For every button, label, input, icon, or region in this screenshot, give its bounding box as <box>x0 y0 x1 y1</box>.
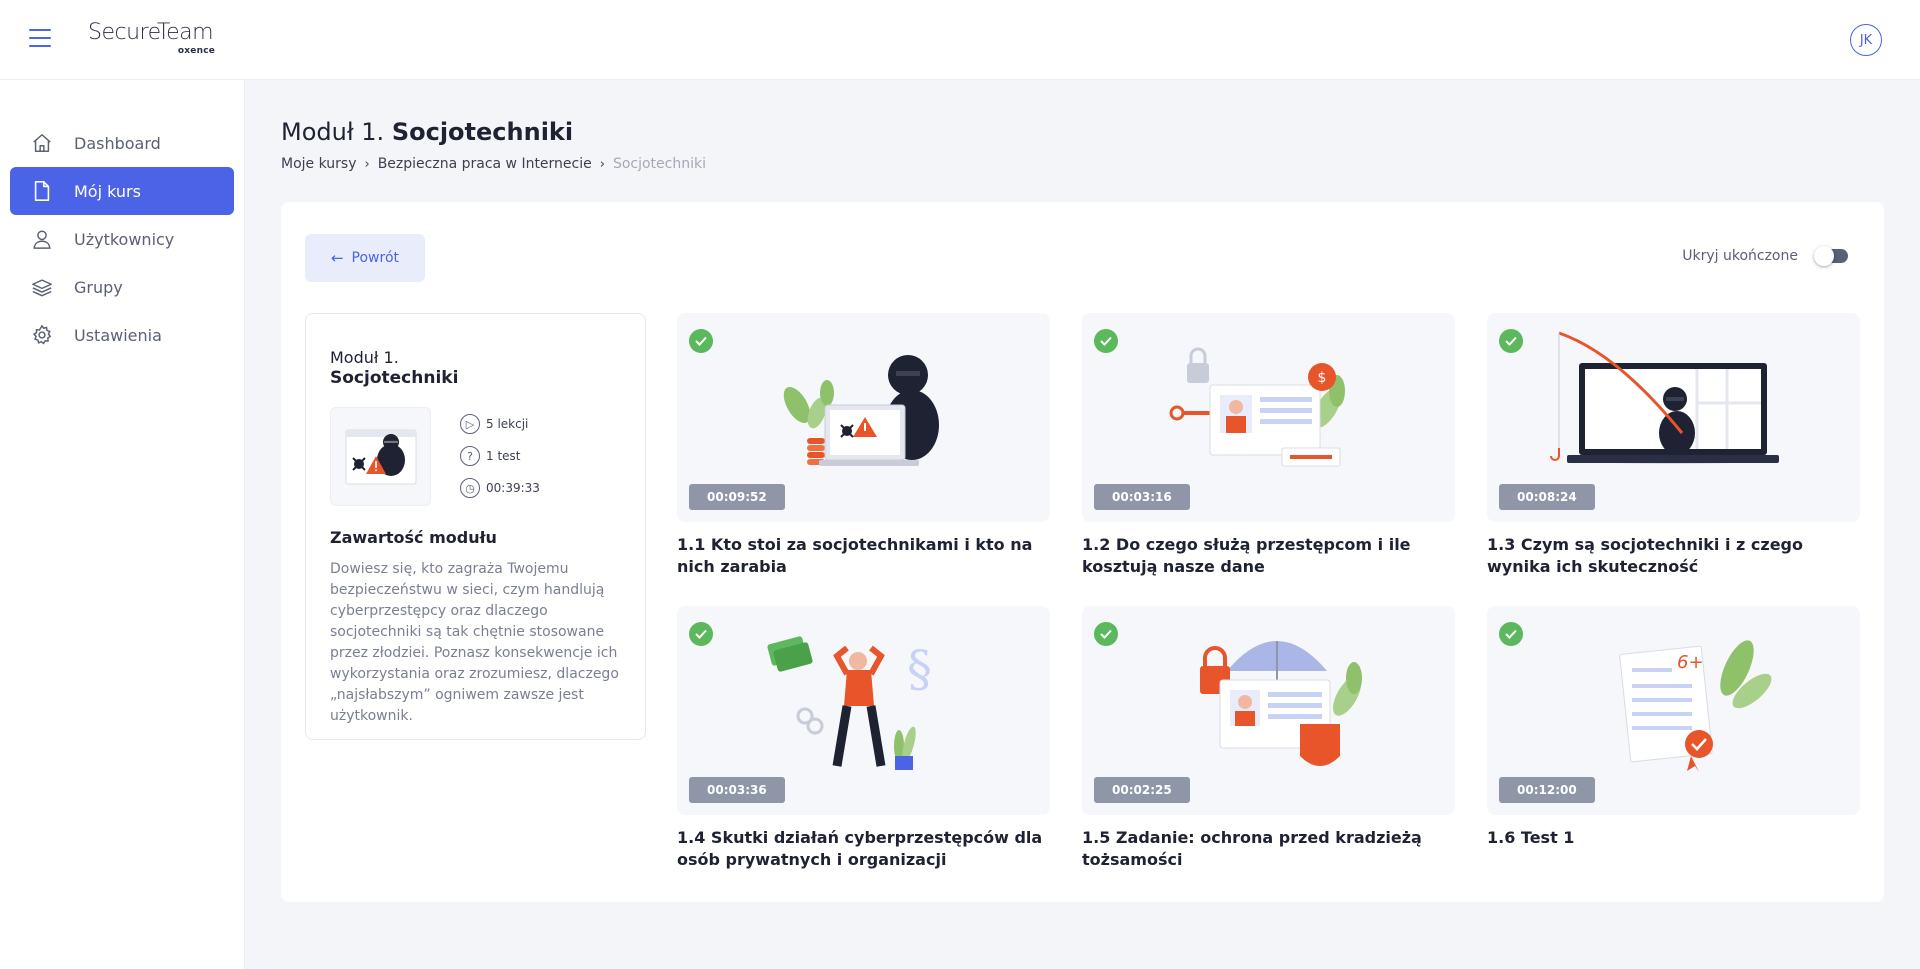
home-icon <box>30 131 54 155</box>
lesson-thumbnail[interactable]: 00:02:25 <box>1082 606 1455 815</box>
sidebar-item-label: Mój kurs <box>74 181 141 201</box>
lesson-card[interactable]: $ 00:03:16 1.2 Do czego służą przestępco… <box>1082 313 1455 578</box>
logo[interactable]: SecureTeam oxence <box>88 20 215 56</box>
lesson-duration: 00:09:52 <box>689 484 785 510</box>
page-title-name: Socjotechniki <box>391 118 574 146</box>
clock-icon: ◷ <box>460 478 480 498</box>
lesson-title[interactable]: 1.6 Test 1 <box>1487 827 1860 849</box>
completed-check-icon <box>689 622 713 646</box>
document-icon <box>30 179 54 203</box>
sidebar-item-settings[interactable]: Ustawienia <box>10 311 234 359</box>
back-button-label: Powrót <box>351 250 400 266</box>
hide-completed-label: Ukryj ukończone <box>1682 248 1798 264</box>
completed-check-icon <box>1094 622 1118 646</box>
lesson-thumbnail[interactable]: § 00:03:36 <box>677 606 1050 815</box>
lesson-duration: 00:03:16 <box>1094 484 1190 510</box>
tests-count: ? 1 test <box>460 446 521 466</box>
lesson-thumbnail[interactable]: $ 00:03:16 <box>1082 313 1455 522</box>
sidebar: Dashboard Mój kurs Użytkownicy Grupy Ust… <box>0 80 245 969</box>
lesson-card[interactable]: § 00:03:36 1.4 Skutki działań cyberprzes… <box>677 606 1050 871</box>
lessons-count-value: 5 lekcji <box>486 417 529 431</box>
page-title: Moduł 1. Socjotechniki <box>281 118 573 146</box>
breadcrumb-item-current: Socjotechniki <box>612 156 706 172</box>
hide-completed-control: Ukryj ukończone <box>1682 246 1848 266</box>
logo-text: SecureTeam <box>88 20 214 45</box>
module-content-title: Zawartość modułu <box>330 528 497 547</box>
sidebar-item-label: Dashboard <box>74 133 161 153</box>
sidebar-item-dashboard[interactable]: Dashboard <box>10 119 234 167</box>
lesson-card[interactable]: 00:02:25 1.5 Zadanie: ochrona przed krad… <box>1082 606 1455 871</box>
tests-count-value: 1 test <box>486 449 521 463</box>
module-panel: ← Powrót Ukryj ukończone Moduł 1. Socjot… <box>281 202 1884 902</box>
lesson-card[interactable]: 00:08:24 1.3 Czym są socjotechniki i z c… <box>1487 313 1860 578</box>
gear-icon <box>30 323 54 347</box>
module-description: Dowiesz się, kto zagraża Twojemu bezpiec… <box>330 561 619 724</box>
lesson-title[interactable]: 1.3 Czym są socjotechniki i z czego wyni… <box>1487 534 1860 578</box>
question-icon: ? <box>460 446 480 466</box>
chevron-right-icon: › <box>599 156 605 172</box>
top-bar: SecureTeam oxence JK <box>0 0 1920 80</box>
module-duration: ◷ 00:39:33 <box>460 478 540 498</box>
hide-completed-toggle[interactable] <box>1814 246 1848 266</box>
svg-text:$: $ <box>1318 370 1327 386</box>
lesson-duration: 00:08:24 <box>1499 484 1595 510</box>
sidebar-item-my-course[interactable]: Mój kurs <box>10 167 234 215</box>
lesson-duration: 00:12:00 <box>1499 777 1595 803</box>
lesson-title[interactable]: 1.5 Zadanie: ochrona przed kradzieżą toż… <box>1082 827 1455 871</box>
sidebar-item-groups[interactable]: Grupy <box>10 263 234 311</box>
lesson-title[interactable]: 1.4 Skutki działań cyberprzestępców dla … <box>677 827 1050 871</box>
module-name: Socjotechniki <box>330 368 459 388</box>
lesson-thumbnail[interactable]: 00:08:24 <box>1487 313 1860 522</box>
lesson-card[interactable]: 6+ 00:12:00 1.6 Test 1 <box>1487 606 1860 849</box>
module-info-card: Moduł 1. Socjotechniki ▷ 5 lekcji ? 1 te… <box>305 313 646 740</box>
completed-check-icon <box>1094 329 1118 353</box>
lesson-duration: 00:02:25 <box>1094 777 1190 803</box>
module-thumbnail <box>330 407 431 506</box>
lesson-title[interactable]: 1.1 Kto stoi za socjotechnikami i kto na… <box>677 534 1050 578</box>
lesson-title[interactable]: 1.2 Do czego służą przestępcom i ile kos… <box>1082 534 1455 578</box>
module-number: Moduł 1. <box>330 348 399 367</box>
lesson-duration: 00:03:36 <box>689 777 785 803</box>
lesson-card[interactable]: 00:09:52 1.1 Kto stoi za socjotechnikami… <box>677 313 1050 578</box>
svg-text:§: § <box>907 640 932 698</box>
module-duration-value: 00:39:33 <box>486 481 540 495</box>
back-button[interactable]: ← Powrót <box>305 234 425 282</box>
chevron-right-icon: › <box>364 156 370 172</box>
hamburger-menu-icon[interactable] <box>29 29 51 49</box>
lesson-thumbnail[interactable]: 6+ 00:12:00 <box>1487 606 1860 815</box>
breadcrumb: Moje kursy › Bezpieczna praca w Internec… <box>281 156 706 172</box>
play-icon: ▷ <box>460 414 480 434</box>
avatar[interactable]: JK <box>1850 24 1882 56</box>
breadcrumb-item-my-courses[interactable]: Moje kursy <box>281 156 356 172</box>
sidebar-item-label: Ustawienia <box>74 325 162 345</box>
layers-icon <box>30 275 54 299</box>
completed-check-icon <box>1499 329 1523 353</box>
completed-check-icon <box>689 329 713 353</box>
svg-text:6+: 6+ <box>1677 652 1704 673</box>
lesson-thumbnail[interactable]: 00:09:52 <box>677 313 1050 522</box>
lessons-count: ▷ 5 lekcji <box>460 414 528 434</box>
page-title-prefix: Moduł 1. <box>281 118 385 146</box>
completed-check-icon <box>1499 622 1523 646</box>
user-icon <box>30 227 54 251</box>
sidebar-item-label: Użytkownicy <box>74 229 175 249</box>
logo-subtext: oxence <box>177 46 216 56</box>
breadcrumb-item-course[interactable]: Bezpieczna praca w Internecie <box>378 156 592 172</box>
hacker-warning-icon <box>345 429 417 485</box>
arrow-left-icon: ← <box>330 249 344 267</box>
sidebar-item-users[interactable]: Użytkownicy <box>10 215 234 263</box>
sidebar-item-label: Grupy <box>74 277 123 297</box>
